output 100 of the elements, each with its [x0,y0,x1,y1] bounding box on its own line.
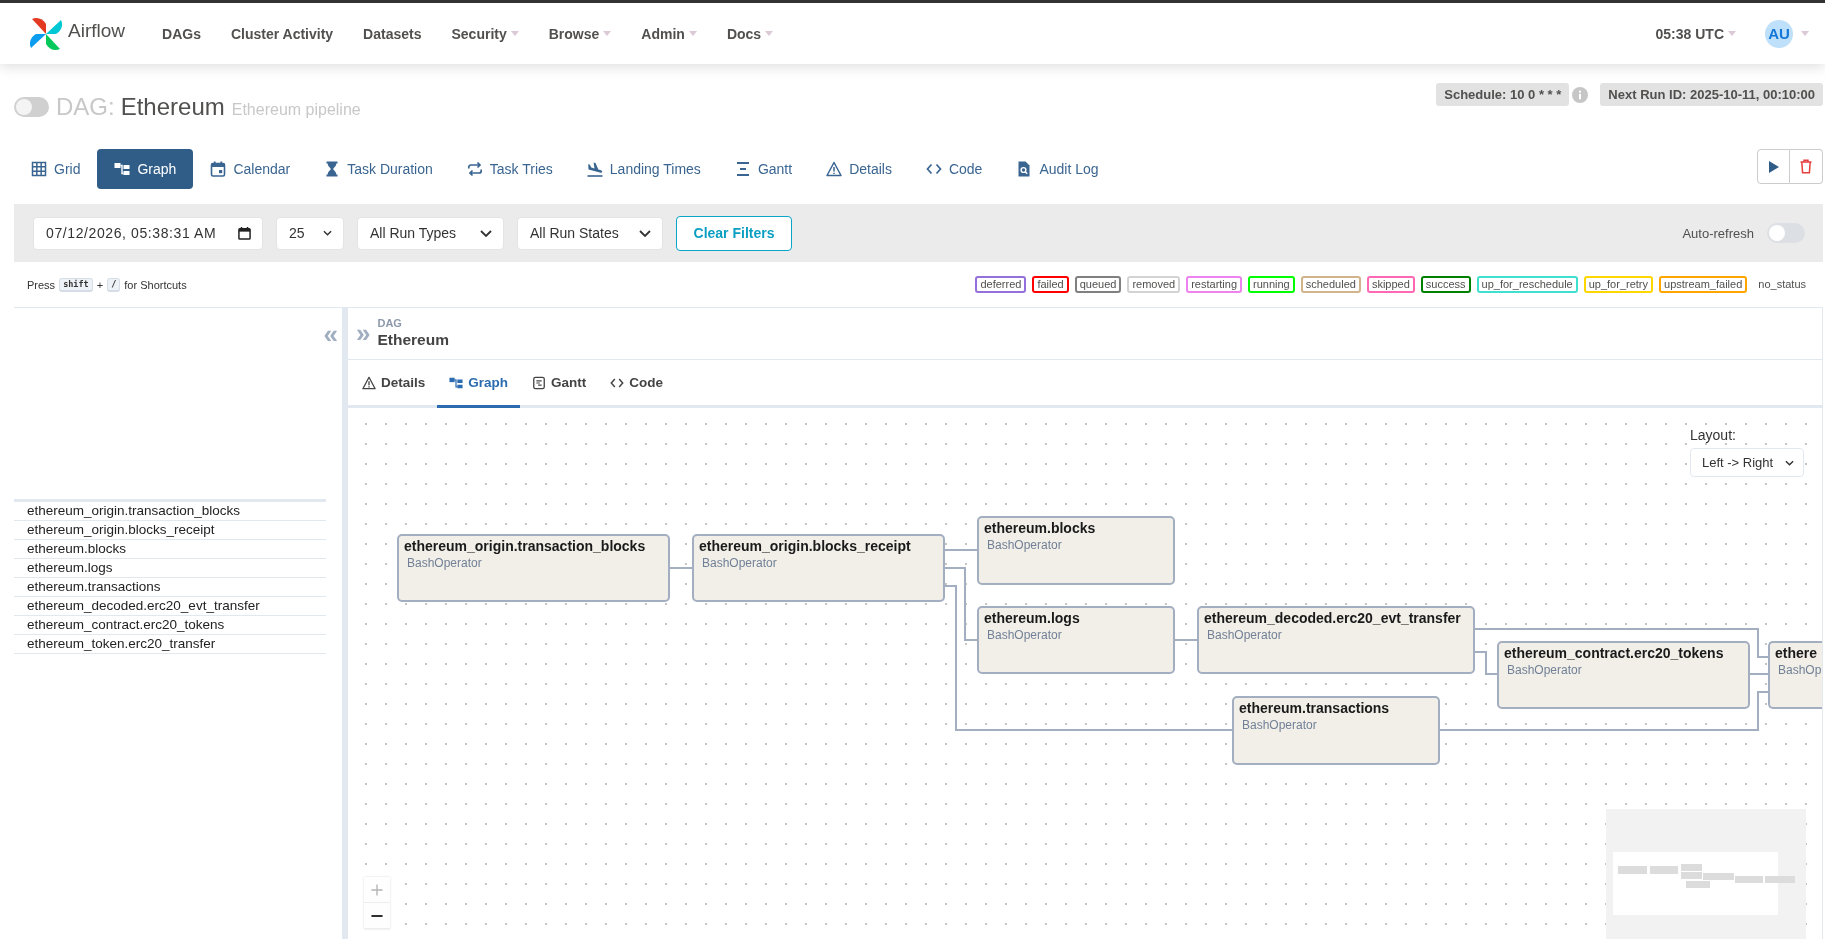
calendar-icon [210,161,227,177]
clock-menu[interactable]: 05:38 UTC [1640,25,1751,42]
layout-label: Layout: [1690,427,1736,444]
nav-link[interactable]: Datasets [348,25,437,42]
nav-link[interactable]: Cluster Activity [215,25,349,42]
node-title: ethereum.blocks [984,520,1096,537]
node-title: ethereum_origin.transaction_blocks [404,538,646,555]
brand-name[interactable]: Airflow [68,19,125,42]
key-cap: shift [59,277,93,292]
auto-refresh-switch[interactable] [1767,223,1805,243]
task-node[interactable]: ethereum_decoded.erc20_evt_transfer BashOperator [1197,606,1475,674]
status-legend-tag: queued [1074,276,1122,293]
task-node[interactable]: ethereum_contract.erc20_tokens BashOperator [1497,641,1750,709]
task-list-item[interactable]: ethereum_origin.transaction_blocks [14,502,326,521]
panel-tab[interactable]: Details [350,360,438,408]
view-tab[interactable]: Gantt [717,149,810,189]
status-legend-tag: scheduled [1300,276,1361,293]
nav-link[interactable]: Browse [533,25,627,42]
chevron-down-icon [639,229,651,237]
task-node[interactable]: ethereum_origin.blocks_receipt BashOperator [692,534,945,602]
run-state-select[interactable]: All Run States [517,216,663,250]
nav-link[interactable]: Admin [626,25,712,42]
task-node[interactable]: ethere BashOp [1768,641,1822,709]
date-field[interactable]: 07/12/2026, 05:38:31 AM [33,216,263,250]
view-tab[interactable]: Task Tries [449,149,570,189]
caret-icon [765,31,774,36]
panel-tab[interactable]: Gantt [520,360,599,408]
document-lines-icon [532,375,547,390]
status-legend-tag: running [1248,276,1295,293]
run-type-select[interactable]: All Run Types [357,216,504,250]
auto-refresh-label: Auto-refresh [1682,225,1754,241]
task-list-item[interactable]: ethereum.logs [14,559,326,578]
edge-line [1749,673,1769,675]
status-legend-tag: deferred [975,276,1027,293]
task-list-item[interactable]: ethereum_contract.erc20_tokens [14,616,326,635]
node-operator: BashOperator [1242,718,1317,733]
view-tab[interactable]: Landing Times [569,149,718,189]
task-node[interactable]: ethereum_origin.transaction_blocks BashOperator [397,534,670,602]
gantt-icon [734,161,751,177]
plus-icon [371,883,383,896]
node-title: ethereum_decoded.erc20_evt_transfer [1204,610,1461,627]
task-node[interactable]: ethereum.blocks BashOperator [977,516,1175,585]
view-tab[interactable]: Graph [97,149,194,189]
panel-tab[interactable]: Code [598,360,676,408]
node-operator: BashOperator [987,628,1062,643]
node-operator: BashOperator [987,538,1062,553]
key-cap: / [107,277,121,292]
view-tab[interactable]: Grid [14,149,98,189]
chevron-down-icon [480,229,492,237]
node-operator: BashOp [1778,663,1822,678]
node-operator: BashOperator [407,556,482,571]
dag-title: Ethereum [120,92,225,122]
layout-select[interactable]: Left -> Right [1690,448,1804,477]
edge-line [944,549,978,551]
node-title: ethere [1775,645,1818,662]
caret-icon [1728,31,1736,36]
repeat-icon [466,161,483,177]
warning-icon [362,375,376,390]
play-icon [1768,160,1779,173]
run-count-select[interactable]: 25 [276,216,344,250]
view-tab[interactable]: Audit Log [999,149,1116,189]
node-operator: BashOperator [1207,628,1282,643]
view-tab[interactable]: Task Duration [307,149,450,189]
zoom-button[interactable] [364,903,390,929]
nav-link[interactable]: Docs [711,25,789,42]
schedule-badge: Schedule: 10 0 * * * [1436,83,1570,106]
view-tab[interactable]: Code [908,149,1000,189]
file-search-icon [1016,161,1033,177]
task-list-item[interactable]: ethereum.blocks [14,540,326,559]
task-list-item[interactable]: ethereum.transactions [14,578,326,597]
edge-line [669,567,693,569]
hint-text: + [96,278,104,291]
status-legend-tag: no_status [1753,276,1811,293]
node-operator: BashOperator [1507,663,1582,678]
view-tab[interactable]: Calendar [193,149,308,189]
task-node[interactable]: ethereum.logs BashOperator [977,606,1175,674]
task-node[interactable]: ethereum.transactions BashOperator [1232,696,1440,765]
task-list-item[interactable]: ethereum_origin.blocks_receipt [14,521,326,540]
calendar-icon [238,226,251,240]
warning-icon [826,161,843,177]
caret-icon[interactable] [1801,31,1809,36]
info-icon[interactable] [1572,86,1589,103]
plane-landing-icon [586,161,603,177]
task-list-item[interactable]: ethereum_token.erc20_transfer [14,635,326,654]
breadcrumb-value[interactable]: Ethereum [377,330,449,349]
play-button[interactable] [1757,149,1790,184]
nav-link[interactable]: Security [436,25,534,42]
view-tab[interactable]: Details [809,149,909,189]
node-title: ethereum.transactions [1239,700,1390,717]
delete-button[interactable] [1790,149,1823,184]
nav-link[interactable]: DAGs [147,25,216,42]
task-list-item[interactable]: ethereum_decoded.erc20_evt_transfer [14,597,326,616]
pinwheel-logo-icon[interactable] [28,15,64,52]
node-title: ethereum.logs [984,610,1080,627]
minimap[interactable] [1606,809,1806,939]
status-legend-tag: up_for_reschedule [1476,276,1578,293]
status-legend-tag: failed [1032,276,1069,293]
dag-toggle-switch[interactable] [14,97,49,117]
hint-text: for Shortcuts [124,278,187,291]
chevron-down-icon [323,230,332,236]
